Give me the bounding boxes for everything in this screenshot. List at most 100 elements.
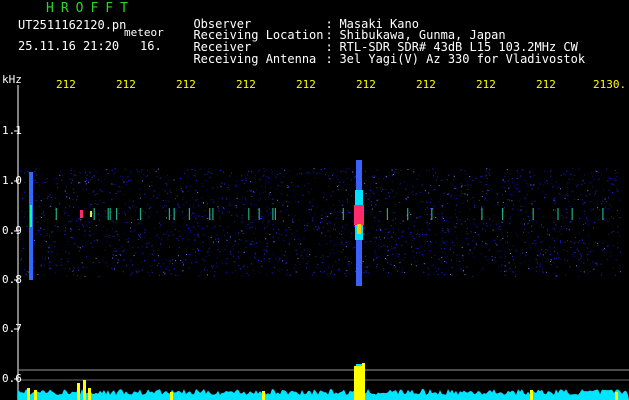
noise-pixel xyxy=(352,248,354,250)
echo-streak xyxy=(258,208,260,220)
noise-pixel xyxy=(345,224,347,226)
noise-pixel xyxy=(306,225,308,226)
noise-pixel xyxy=(312,198,314,200)
noise-pixel xyxy=(260,210,262,212)
noise-pixel xyxy=(549,254,551,256)
noise-pixel xyxy=(436,176,438,178)
noise-pixel xyxy=(288,243,290,245)
noise-pixel xyxy=(308,261,310,263)
noise-pixel xyxy=(567,182,569,184)
noise-pixel xyxy=(285,251,287,253)
noise-pixel xyxy=(164,205,166,207)
noise-pixel xyxy=(502,180,504,182)
noise-pixel xyxy=(260,260,262,262)
noise-pixel xyxy=(175,229,176,230)
noise-pixel xyxy=(333,228,334,230)
noise-pixel xyxy=(318,243,320,245)
noise-pixel xyxy=(508,178,510,180)
noise-pixel xyxy=(369,241,371,243)
noise-pixel xyxy=(528,220,530,221)
noise-pixel xyxy=(258,260,260,261)
noise-pixel xyxy=(539,183,541,185)
noise-pixel xyxy=(84,275,86,277)
noise-pixel xyxy=(316,229,318,231)
noise-pixel xyxy=(194,169,196,171)
noise-pixel xyxy=(560,188,561,190)
noise-pixel xyxy=(467,201,468,202)
noise-pixel xyxy=(393,174,394,175)
noise-pixel xyxy=(504,187,506,189)
noise-pixel xyxy=(543,184,545,186)
noise-pixel xyxy=(340,234,342,235)
noise-pixel xyxy=(375,229,377,231)
noise-pixel xyxy=(481,241,483,242)
noise-pixel xyxy=(472,252,474,254)
noise-pixel xyxy=(304,227,306,229)
noise-pixel xyxy=(174,198,176,200)
noise-pixel xyxy=(394,249,396,251)
noise-pixel xyxy=(242,233,244,234)
noise-pixel xyxy=(416,252,418,254)
noise-pixel xyxy=(105,262,107,264)
noise-pixel xyxy=(94,211,96,213)
noise-pixel xyxy=(66,196,68,198)
noise-pixel xyxy=(487,189,489,191)
noise-pixel xyxy=(384,258,386,259)
noise-pixel xyxy=(281,193,282,195)
noise-pixel xyxy=(534,244,536,246)
noise-pixel xyxy=(245,180,247,182)
noise-pixel xyxy=(587,247,588,249)
noise-pixel xyxy=(341,231,343,233)
noise-pixel xyxy=(24,216,25,218)
noise-pixel xyxy=(112,254,114,256)
noise-pixel xyxy=(263,249,265,251)
noise-pixel xyxy=(66,193,68,194)
noise-pixel xyxy=(556,187,558,189)
noise-pixel xyxy=(393,171,395,173)
noise-pixel xyxy=(199,168,201,170)
noise-pixel xyxy=(64,190,66,192)
noise-pixel xyxy=(619,251,621,253)
noise-pixel xyxy=(195,180,197,182)
noise-pixel xyxy=(429,223,431,225)
noise-pixel xyxy=(138,194,140,196)
noise-pixel xyxy=(257,208,259,210)
noise-pixel xyxy=(602,200,603,202)
noise-pixel xyxy=(151,181,153,183)
noise-pixel xyxy=(380,246,382,248)
noise-pixel xyxy=(453,175,455,177)
noise-pixel xyxy=(137,224,139,226)
noise-pixel xyxy=(338,250,340,252)
noise-pixel xyxy=(609,178,611,179)
noise-pixel xyxy=(144,229,146,231)
noise-pixel xyxy=(498,256,500,258)
noise-pixel xyxy=(71,173,72,174)
noise-pixel xyxy=(574,252,576,253)
noise-pixel xyxy=(486,199,488,201)
noise-pixel xyxy=(602,250,604,251)
noise-pixel xyxy=(70,221,71,223)
noise-pixel xyxy=(84,208,86,210)
noise-pixel xyxy=(82,188,84,190)
noise-pixel xyxy=(504,215,506,217)
noise-pixel xyxy=(243,266,245,267)
noise-pixel xyxy=(391,174,393,176)
noise-pixel xyxy=(145,176,147,178)
noise-pixel xyxy=(147,170,149,171)
noise-pixel xyxy=(235,184,237,186)
noise-pixel xyxy=(243,183,245,185)
noise-pixel xyxy=(307,256,309,257)
noise-pixel xyxy=(249,243,251,245)
noise-pixel xyxy=(566,228,568,230)
noise-pixel xyxy=(306,172,308,174)
noise-pixel xyxy=(168,246,170,248)
noise-pixel xyxy=(337,189,339,190)
noise-pixel xyxy=(502,237,504,239)
noise-pixel xyxy=(509,216,511,218)
noise-pixel xyxy=(566,212,568,213)
noise-pixel xyxy=(278,229,280,231)
noise-pixel xyxy=(509,223,511,225)
noise-pixel xyxy=(307,222,309,224)
noise-pixel xyxy=(338,259,340,261)
noise-pixel xyxy=(194,213,196,215)
